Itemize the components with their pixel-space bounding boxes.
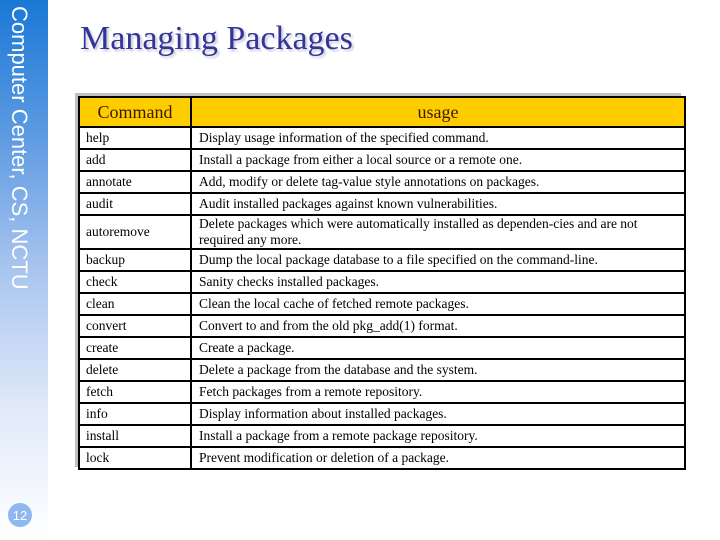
command-cell: check xyxy=(78,270,192,294)
table-row: help Display usage information of the spe… xyxy=(78,126,686,150)
table-row: create Create a package. xyxy=(78,336,686,360)
table-row: delete Delete a package from the database… xyxy=(78,358,686,382)
table-row: autoremove Delete packages which were aut… xyxy=(78,214,686,250)
page-number-badge: 12 xyxy=(8,503,32,527)
command-cell: audit xyxy=(78,192,192,216)
slide-title: Managing Packages xyxy=(80,20,353,57)
usage-cell: Delete a package from the database and t… xyxy=(190,358,686,382)
sidebar: Computer Center, CS, NCTU 12 xyxy=(0,0,48,540)
usage-cell: Display information about installed pack… xyxy=(190,402,686,426)
table-row: backup Dump the local package database to… xyxy=(78,248,686,272)
command-cell: lock xyxy=(78,446,192,470)
usage-cell: Dump the local package database to a fil… xyxy=(190,248,686,272)
command-cell: clean xyxy=(78,292,192,316)
usage-cell: Sanity checks installed packages. xyxy=(190,270,686,294)
table-row: install Install a package from a remote p… xyxy=(78,424,686,448)
table-row: info Display information about installed … xyxy=(78,402,686,426)
header-usage: usage xyxy=(190,96,686,128)
table-row: audit Audit installed packages against kn… xyxy=(78,192,686,216)
command-cell: backup xyxy=(78,248,192,272)
usage-cell: Convert to and from the old pkg_add(1) f… xyxy=(190,314,686,338)
table-body: help Display usage information of the spe… xyxy=(78,126,686,470)
command-cell: convert xyxy=(78,314,192,338)
usage-cell: Add, modify or delete tag-value style an… xyxy=(190,170,686,194)
table-row: fetch Fetch packages from a remote reposi… xyxy=(78,380,686,404)
command-cell: delete xyxy=(78,358,192,382)
table-row: lock Prevent modification or deletion of … xyxy=(78,446,686,470)
sidebar-label: Computer Center, CS, NCTU xyxy=(7,6,32,290)
usage-cell: Delete packages which were automatically… xyxy=(190,214,686,250)
commands-table: Command usage help Display usage informat… xyxy=(78,96,686,470)
command-cell: autoremove xyxy=(78,214,192,250)
usage-cell: Clean the local cache of fetched remote … xyxy=(190,292,686,316)
table-header-row: Command usage xyxy=(78,96,686,128)
command-cell: help xyxy=(78,126,192,150)
table-row: add Install a package from either a local… xyxy=(78,148,686,172)
table-row: clean Clean the local cache of fetched re… xyxy=(78,292,686,316)
header-command: Command xyxy=(78,96,192,128)
command-cell: info xyxy=(78,402,192,426)
usage-cell: Install a package from a remote package … xyxy=(190,424,686,448)
usage-cell: Install a package from either a local so… xyxy=(190,148,686,172)
commands-table-container: Command usage help Display usage informat… xyxy=(78,96,686,470)
usage-cell: Audit installed packages against known v… xyxy=(190,192,686,216)
command-cell: create xyxy=(78,336,192,360)
command-cell: annotate xyxy=(78,170,192,194)
command-cell: install xyxy=(78,424,192,448)
command-cell: fetch xyxy=(78,380,192,404)
command-cell: add xyxy=(78,148,192,172)
table-row: check Sanity checks installed packages. xyxy=(78,270,686,294)
usage-cell: Display usage information of the specifi… xyxy=(190,126,686,150)
usage-cell: Prevent modification or deletion of a pa… xyxy=(190,446,686,470)
table-row: convert Convert to and from the old pkg_a… xyxy=(78,314,686,338)
table-row: annotate Add, modify or delete tag-value … xyxy=(78,170,686,194)
usage-cell: Create a package. xyxy=(190,336,686,360)
usage-cell: Fetch packages from a remote repository. xyxy=(190,380,686,404)
